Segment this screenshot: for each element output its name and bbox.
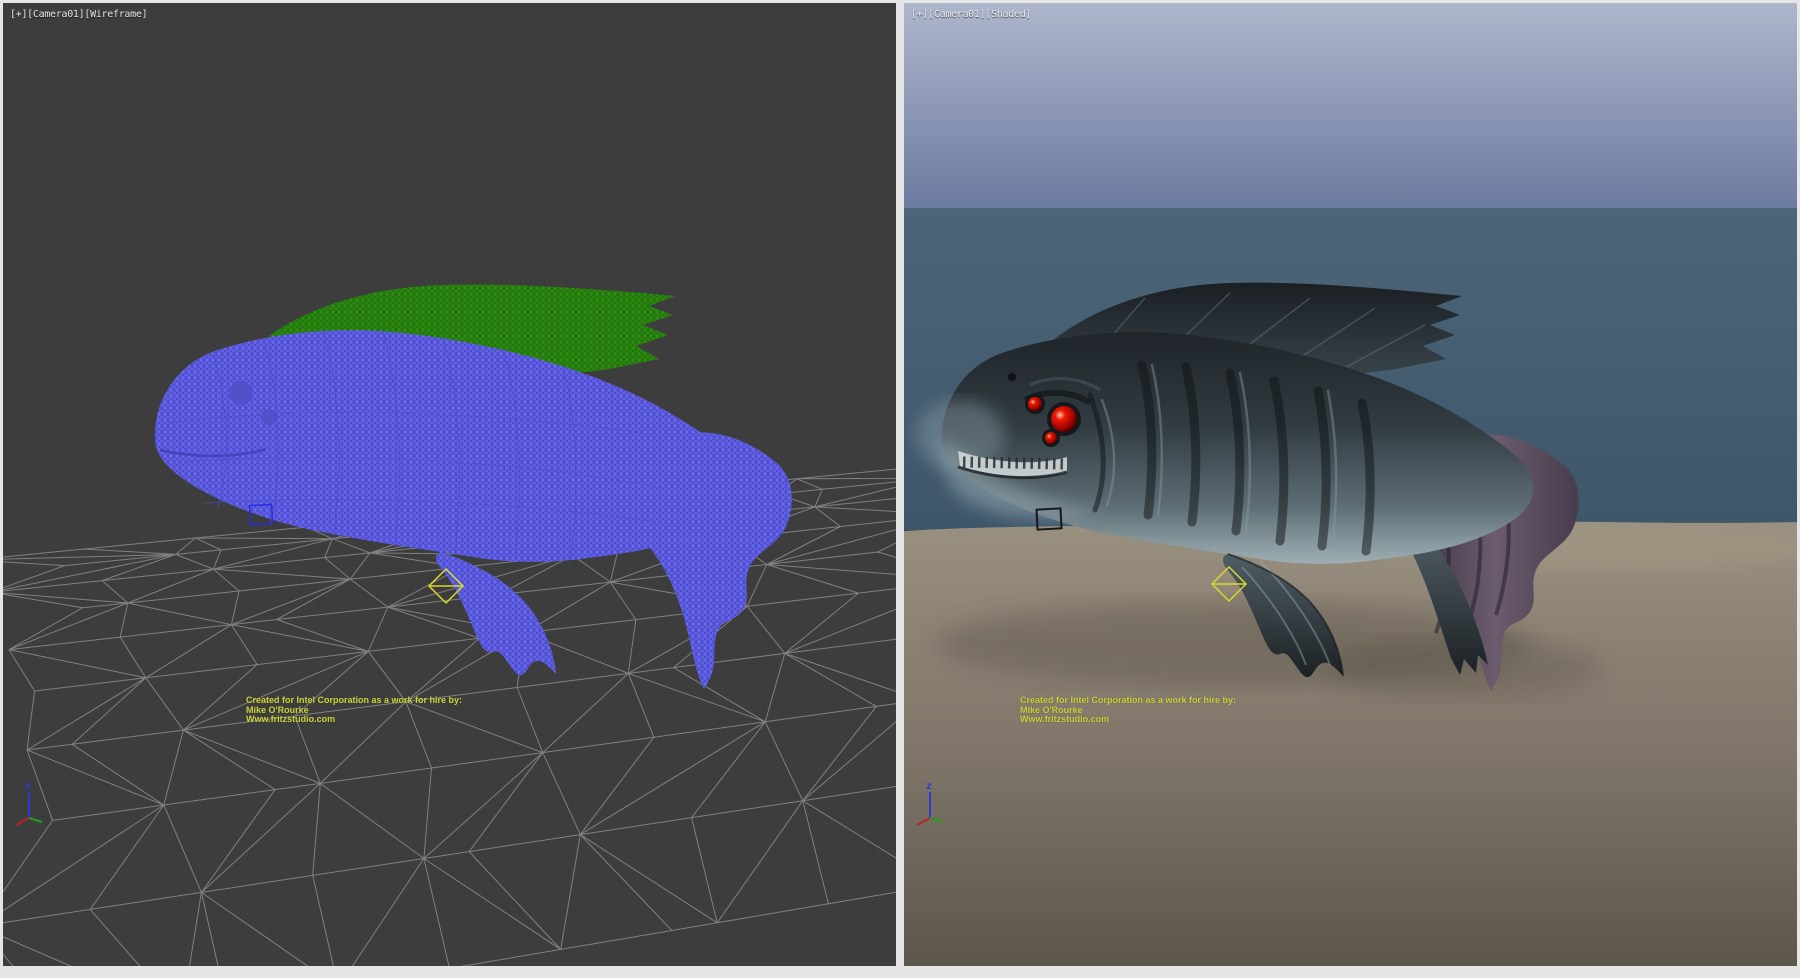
nostril	[1008, 373, 1016, 381]
watermark-line3: Www.fritzstudio.com	[246, 715, 462, 725]
viewport-label: [+][Camera01][Wireframe]	[10, 9, 147, 20]
viewport-general-menu[interactable]: [+]	[10, 9, 27, 20]
x-axis	[917, 818, 930, 825]
viewport-splitter[interactable]	[896, 3, 904, 966]
z-axis-label: z	[926, 781, 932, 792]
eye-small-2	[1045, 432, 1057, 444]
sky-background	[904, 3, 1797, 208]
viewport-label: [+][Camera01][Shaded]	[911, 9, 1031, 20]
viewport-left-wireframe[interactable]: [+][Camera01][Wireframe]	[3, 3, 896, 966]
eye-large	[1051, 406, 1077, 432]
viewport-area: [+][Camera01][Wireframe]	[0, 0, 1800, 978]
viewport-right-shaded[interactable]: [+][Camera01][Shaded]	[904, 3, 1797, 966]
fish-eye	[229, 381, 253, 405]
viewport-pov-menu[interactable]: [Camera01]	[928, 9, 985, 20]
y-axis	[29, 818, 42, 822]
fish-eye-small	[261, 409, 277, 425]
watermark: Created for Intel Corporation as a work …	[1020, 696, 1236, 725]
shaded-scene	[904, 3, 1797, 966]
watermark: Created for Intel Corporation as a work …	[246, 696, 462, 725]
viewport-pov-menu[interactable]: [Camera01]	[27, 9, 84, 20]
x-axis	[16, 818, 29, 825]
ground-plane-shaded[interactable]	[904, 520, 1797, 966]
eye-small-1	[1028, 397, 1042, 411]
watermark-line3: Www.fritzstudio.com	[1020, 715, 1236, 725]
y-axis	[930, 818, 943, 822]
wireframe-scene	[3, 3, 896, 966]
viewport-shading-menu[interactable]: [Shaded]	[985, 9, 1031, 20]
viewport-general-menu[interactable]: [+]	[911, 9, 928, 20]
viewport-shading-menu[interactable]: [Wireframe]	[84, 9, 147, 20]
world-axis-tripod: z	[912, 778, 948, 826]
z-axis-label: z	[25, 781, 31, 792]
world-axis-tripod: z	[11, 778, 47, 826]
